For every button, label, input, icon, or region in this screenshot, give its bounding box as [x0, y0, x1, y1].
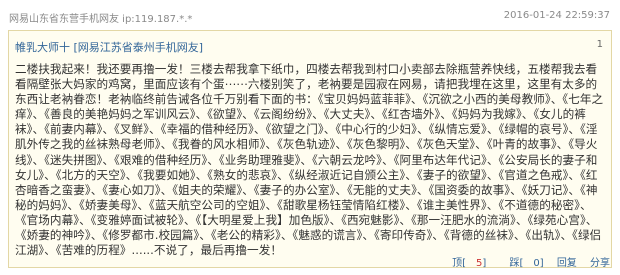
upvote-label: 顶 [452, 258, 463, 269]
poster-location-ip: 网易山东省东营手机网友 ip:119.187.*.* [9, 14, 193, 25]
upvote-count: 5 [475, 258, 483, 269]
post-meta-header: 网易山东省东营手机网友 ip:119.187.*.* 2016-01-24 22… [0, 0, 620, 30]
share-button[interactable]: 分享 [590, 258, 610, 269]
reply-button[interactable]: 回复 [557, 258, 577, 269]
post-floor-number: 1 [596, 39, 603, 50]
downvote-count: 0 [533, 258, 540, 269]
quoted-author[interactable]: 帷乳大师十 [网易江苏省泰州手机网友] [15, 39, 203, 55]
upvote-button[interactable]: 顶[5] [442, 258, 486, 269]
post-actions: 顶[5] 踩[0] 回复 分享 [432, 254, 610, 269]
downvote-button[interactable]: 踩[0] [499, 258, 543, 269]
downvote-label: 踩 [509, 258, 520, 269]
post-content: 二楼扶我起来！我还要再撸一发！三楼去帮我拿下纸巾，四楼去帮我到村口小卖部去除瓶营… [15, 62, 604, 258]
post-timestamp: 2016-01-24 22:59:37 [503, 10, 610, 21]
quoted-post-box: 帷乳大师十 [网易江苏省泰州手机网友] 1 二楼扶我起来！我还要再撸一发！三楼去… [8, 30, 612, 268]
